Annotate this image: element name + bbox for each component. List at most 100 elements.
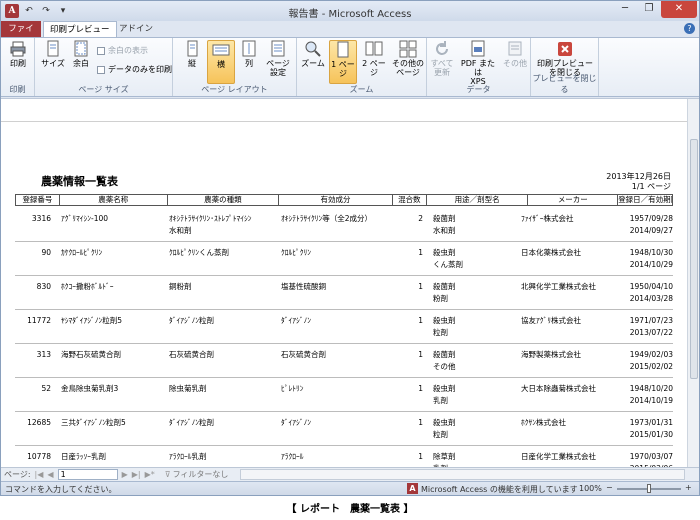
report-cell-name: 金鳥除虫菊乳剤3	[61, 383, 165, 395]
minimize-button[interactable]: ─	[613, 1, 637, 18]
one-page-icon	[337, 41, 349, 58]
zoom-percent[interactable]: 100%	[579, 484, 602, 493]
cell-line: 除草剤	[433, 452, 456, 461]
filter-icon: ⊽	[164, 470, 171, 479]
report-page-number: 1/1 ページ	[631, 182, 671, 191]
landscape-button[interactable]: 横	[207, 40, 235, 84]
margins-button[interactable]: 余白	[69, 40, 93, 68]
zoom-slider-thumb[interactable]	[647, 484, 651, 493]
export-icon	[508, 41, 522, 56]
report-cell-no: 52	[15, 383, 51, 395]
nav-last-button[interactable]: ▶|	[132, 470, 141, 479]
portrait-button[interactable]: 縦	[179, 40, 205, 84]
magnifier-icon	[305, 41, 321, 57]
cell-line: 石灰硫黄合剤	[281, 350, 326, 359]
pdf-label-1: PDF または	[460, 59, 496, 77]
cell-line: 除虫菊乳剤	[169, 384, 207, 393]
print-data-only-checkbox[interactable]: データのみを印刷	[97, 64, 172, 75]
cell-line: 1971/07/23	[629, 316, 673, 325]
tab-addin[interactable]: アドイン	[113, 21, 159, 37]
tab-print-preview[interactable]: 印刷プレビュー	[43, 21, 117, 38]
cell-line: ﾎｸｺｰ撒粉ﾎﾞﾙﾄﾞｰ	[61, 282, 114, 291]
status-bar: コマンドを入力してください。 A Microsoft Access の機能を利用…	[1, 481, 699, 495]
report-cell-use1: 殺虫剤 粒剤	[433, 417, 527, 441]
cell-line: 三共ﾀﾞｲｱｼﾞﾉﾝ粒剤5	[61, 418, 126, 427]
report-preview-area[interactable]: 農薬情報一覧表 2013年12月26日 1/1 ページ 登録番号 農薬名称 農薬の種…	[1, 98, 699, 480]
group-page-layout: 縦 横 列 ページ 設定 ページ レイアウト	[173, 38, 297, 96]
nav-first-button[interactable]: |◀	[35, 470, 44, 479]
report-cell-kind1: 石灰硫黄合剤	[169, 349, 279, 361]
help-icon[interactable]: ?	[684, 23, 695, 34]
cell-line: 殺虫剤	[433, 418, 456, 427]
access-window: A ↶ ↷ ▾ 報告書 - Microsoft Access ─ ❐ ✕ ファイ…	[0, 0, 700, 496]
portrait-icon	[187, 40, 198, 57]
close-preview-label-1: 印刷プレビュー	[537, 59, 593, 68]
other-export-button[interactable]: その他	[501, 40, 529, 68]
scroll-thumb[interactable]	[690, 139, 698, 379]
landscape-icon	[212, 44, 230, 56]
nav-new-button[interactable]: ▶*	[145, 470, 155, 479]
horizontal-scrollbar[interactable]	[240, 469, 685, 480]
report-cell-mix: 1	[393, 315, 423, 327]
group-data-label: データ	[466, 85, 491, 94]
cell-line-2: 2013/07/22	[629, 328, 673, 337]
cell-line: 1	[418, 350, 423, 359]
report-cell-ingredient: 塩基性硫酸銅	[281, 281, 393, 293]
zoom-out-button[interactable]: −	[606, 483, 613, 492]
report-cell-mix: 1	[393, 349, 423, 361]
report-date-block: 2013年12月26日 1/1 ページ	[606, 172, 671, 192]
report-cell-ingredient: ﾋﾟﾚﾄﾘﾝ	[281, 383, 393, 395]
cell-line: 12685	[27, 418, 51, 427]
print-button[interactable]: 印刷	[5, 40, 31, 68]
report-cell-kind1: ｵｷｼﾃﾄﾗｻｲｸﾘﾝ･ｽﾄﾚﾌﾟﾄﾏｲｼﾝ 水和剤	[169, 213, 279, 237]
group-page-size: サイズ 余白 余白の表示 データのみを印刷 ページ サイズ	[35, 38, 173, 96]
group-page-size-label: ページ サイズ	[78, 85, 129, 94]
cell-line: 殺虫剤	[433, 384, 456, 393]
show-margins-checkbox[interactable]: 余白の表示	[97, 45, 148, 56]
report-page: 農薬情報一覧表 2013年12月26日 1/1 ページ 登録番号 農薬名称 農薬の種…	[1, 121, 687, 480]
close-preview-button[interactable]: 印刷プレビュー を閉じる	[535, 40, 595, 77]
report-row: 830 ﾎｸｺｰ撒粉ﾎﾞﾙﾄﾞｰ 銅粉剤 塩基性硫酸銅 1 殺菌剤 粉剤 北興化学工業株式会社…	[15, 276, 673, 310]
report-cell-d1: 1948/10/30 2014/10/29	[599, 247, 673, 271]
report-row: 12685 三共ﾀﾞｲｱｼﾞﾉﾝ粒剤5 ﾀﾞｲｱｼﾞﾉﾝ粒剤 ﾀﾞｲｱｼﾞﾉﾝ 1 殺虫剤…	[15, 412, 673, 446]
report-cell-mix: 1	[393, 281, 423, 293]
restore-button[interactable]: ❐	[637, 1, 661, 18]
close-preview-icon	[558, 42, 572, 56]
nav-prev-button[interactable]: ◀	[47, 470, 53, 479]
cell-line: ﾀﾞｲｱｼﾞﾉﾝ	[281, 418, 311, 427]
cell-line: 1948/10/20	[629, 384, 673, 393]
data-only-box	[97, 65, 105, 74]
zoom-in-button[interactable]: +	[685, 483, 692, 492]
ribbon: 印刷 印刷 サイズ 余白 余白の表示 データのみを印刷 ページ サイズ 縦 横 …	[1, 37, 699, 97]
cell-line: ﾀﾞｲｱｼﾞﾉﾝ粒剤	[169, 418, 214, 427]
one-page-button[interactable]: 1 ページ	[329, 40, 357, 84]
cell-line-2: 粒剤	[433, 430, 448, 439]
tab-file[interactable]: ファイル	[1, 21, 41, 50]
pdf-xps-button[interactable]: PDF または XPS	[457, 40, 499, 86]
vertical-scrollbar[interactable]	[687, 99, 699, 468]
refresh-all-button[interactable]: すべて 更新	[429, 40, 455, 77]
figure-caption: 【 レポート 農薬一覧表 】	[286, 504, 414, 515]
zoom-button[interactable]: ズーム	[299, 40, 327, 68]
columns-button[interactable]: 列	[237, 40, 261, 84]
report-cell-use1: 殺虫剤 粒剤	[433, 315, 527, 339]
report-cell-kind1: ﾀﾞｲｱｼﾞﾉﾝ粒剤	[169, 417, 279, 429]
two-pages-button[interactable]: 2 ページ	[359, 40, 389, 77]
page-setup-button[interactable]: ページ 設定	[263, 40, 293, 84]
column-header: 登録番号	[16, 195, 60, 205]
cell-line: 1	[418, 384, 423, 393]
report-row: 90 ｶｹｸﾛｰﾙﾋﾟｸﾘﾝ ｸﾛﾙﾋﾟｸﾘﾝくん蒸剤 ｸﾛﾙﾋﾟｸﾘﾝ 1 殺虫剤 くん蒸…	[15, 242, 673, 276]
window-controls: ─ ❐ ✕	[613, 1, 697, 18]
size-button[interactable]: サイズ	[39, 40, 67, 68]
nav-next-button[interactable]: ▶	[122, 470, 128, 479]
cell-line: 石灰硫黄合剤	[169, 350, 214, 359]
report-cell-mix: 2	[393, 213, 423, 225]
group-zoom-label: ズーム	[349, 85, 374, 94]
close-window-button[interactable]: ✕	[661, 1, 697, 18]
filter-status[interactable]: フィルターなし	[173, 469, 229, 480]
more-pages-button[interactable]: その他の ページ	[391, 40, 425, 77]
report-cell-kind1: 除虫菊乳剤	[169, 383, 279, 395]
nav-page-input[interactable]: 1	[57, 469, 118, 480]
cell-line: 90	[41, 248, 51, 257]
show-margins-box	[97, 46, 105, 55]
